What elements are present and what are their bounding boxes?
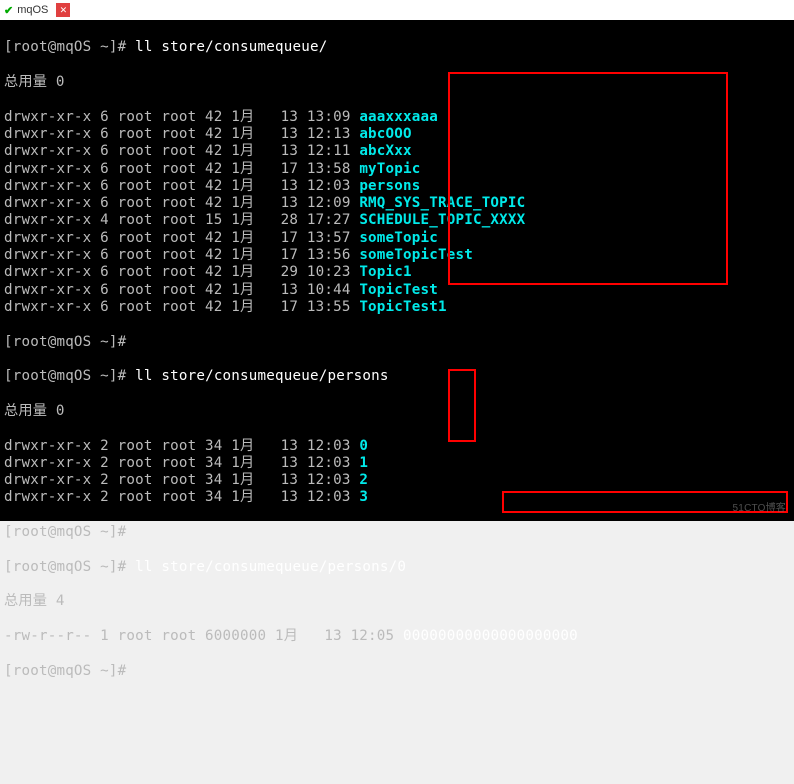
check-icon: ✔ [4, 4, 13, 17]
list-row: drwxr-xr-x 6 root root 42 1月 13 12:13 ab… [4, 126, 790, 143]
list-row-meta: drwxr-xr-x 6 root root 42 1月 13 10:44 [4, 282, 359, 298]
prompt-empty: [root@mqOS ~]# [4, 663, 790, 680]
list-row-meta: drwxr-xr-x 6 root root 42 1月 29 10:23 [4, 264, 359, 280]
prompt-empty: [root@mqOS ~]# [4, 334, 790, 351]
list-row: drwxr-xr-x 6 root root 42 1月 13 13:09 aa… [4, 109, 790, 126]
dir-name: abcOOO [359, 126, 411, 142]
list-row-meta: drwxr-xr-x 6 root root 42 1月 17 13:58 [4, 161, 359, 177]
dir-name: TopicTest [359, 282, 438, 298]
prompt-line: [root@mqOS ~]# ll store/consumequeue/per… [4, 559, 790, 576]
dir-name: Topic1 [359, 264, 411, 280]
list-row-meta: drwxr-xr-x 2 root root 34 1月 13 12:03 [4, 472, 359, 488]
dir-name: persons [359, 178, 420, 194]
list-row-meta: drwxr-xr-x 6 root root 42 1月 17 13:55 [4, 299, 359, 315]
list-row: -rw-r--r-- 1 root root 6000000 1月 13 12:… [4, 628, 790, 645]
window-title: mqOS [17, 4, 48, 16]
list-row: drwxr-xr-x 2 root root 34 1月 13 12:03 0 [4, 438, 790, 455]
window-titlebar: ✔ mqOS ✕ [0, 0, 794, 20]
list-row: drwxr-xr-x 4 root root 15 1月 28 17:27 SC… [4, 212, 790, 229]
terminal-area[interactable]: [root@mqOS ~]# ll store/consumequeue/ 总用… [0, 20, 794, 521]
prompt-empty: [root@mqOS ~]# [4, 524, 790, 541]
dir-name: 2 [359, 472, 368, 488]
list-row-meta: drwxr-xr-x 6 root root 42 1月 13 12:13 [4, 126, 359, 142]
dir-name: RMQ_SYS_TRACE_TOPIC [359, 195, 525, 211]
list-row: drwxr-xr-x 2 root root 34 1月 13 12:03 2 [4, 472, 790, 489]
list-row-meta: -rw-r--r-- 1 root root 6000000 1月 13 12:… [4, 628, 403, 644]
list-row-meta: drwxr-xr-x 4 root root 15 1月 28 17:27 [4, 212, 359, 228]
close-icon[interactable]: ✕ [56, 3, 70, 17]
list-row: drwxr-xr-x 6 root root 42 1月 17 13:58 my… [4, 161, 790, 178]
dir-name: TopicTest1 [359, 299, 446, 315]
total-line: 总用量 0 [4, 74, 790, 91]
list-row-meta: drwxr-xr-x 6 root root 42 1月 13 12:09 [4, 195, 359, 211]
list-row-meta: drwxr-xr-x 2 root root 34 1月 13 12:03 [4, 489, 359, 505]
file-name: 00000000000000000000 [403, 628, 578, 644]
list-row: drwxr-xr-x 6 root root 42 1月 13 10:44 To… [4, 282, 790, 299]
dir-name: abcXxx [359, 143, 411, 159]
list-row-meta: drwxr-xr-x 6 root root 42 1月 13 12:11 [4, 143, 359, 159]
list-row: drwxr-xr-x 6 root root 42 1月 17 13:56 so… [4, 247, 790, 264]
dir-name: myTopic [359, 161, 420, 177]
prompt-line: [root@mqOS ~]# ll store/consumequeue/ [4, 39, 790, 56]
total-line: 总用量 0 [4, 403, 790, 420]
list-row-meta: drwxr-xr-x 6 root root 42 1月 17 13:57 [4, 230, 359, 246]
list-row: drwxr-xr-x 6 root root 42 1月 13 12:03 pe… [4, 178, 790, 195]
list-row-meta: drwxr-xr-x 2 root root 34 1月 13 12:03 [4, 438, 359, 454]
list-row: drwxr-xr-x 2 root root 34 1月 13 12:03 1 [4, 455, 790, 472]
list-row-meta: drwxr-xr-x 6 root root 42 1月 13 12:03 [4, 178, 359, 194]
dir-name: SCHEDULE_TOPIC_XXXX [359, 212, 525, 228]
dir-name: 3 [359, 489, 368, 505]
list-row: drwxr-xr-x 6 root root 42 1月 13 12:09 RM… [4, 195, 790, 212]
list-row-meta: drwxr-xr-x 2 root root 34 1月 13 12:03 [4, 455, 359, 471]
list-row: drwxr-xr-x 6 root root 42 1月 17 13:55 To… [4, 299, 790, 316]
list-row: drwxr-xr-x 6 root root 42 1月 29 10:23 To… [4, 264, 790, 281]
watermark-text: 51CTO博客 [733, 503, 786, 515]
dir-name: aaaxxxaaa [359, 109, 438, 125]
dir-name: someTopic [359, 230, 438, 246]
total-line: 总用量 4 [4, 593, 790, 610]
prompt-line: [root@mqOS ~]# ll store/consumequeue/per… [4, 368, 790, 385]
list-row-meta: drwxr-xr-x 6 root root 42 1月 17 13:56 [4, 247, 359, 263]
list-row-meta: drwxr-xr-x 6 root root 42 1月 13 13:09 [4, 109, 359, 125]
list-row: drwxr-xr-x 6 root root 42 1月 13 12:11 ab… [4, 143, 790, 160]
dir-name: 0 [359, 438, 368, 454]
dir-name: 1 [359, 455, 368, 471]
list-row: drwxr-xr-x 2 root root 34 1月 13 12:03 3 [4, 489, 790, 506]
dir-name: someTopicTest [359, 247, 473, 263]
list-row: drwxr-xr-x 6 root root 42 1月 17 13:57 so… [4, 230, 790, 247]
